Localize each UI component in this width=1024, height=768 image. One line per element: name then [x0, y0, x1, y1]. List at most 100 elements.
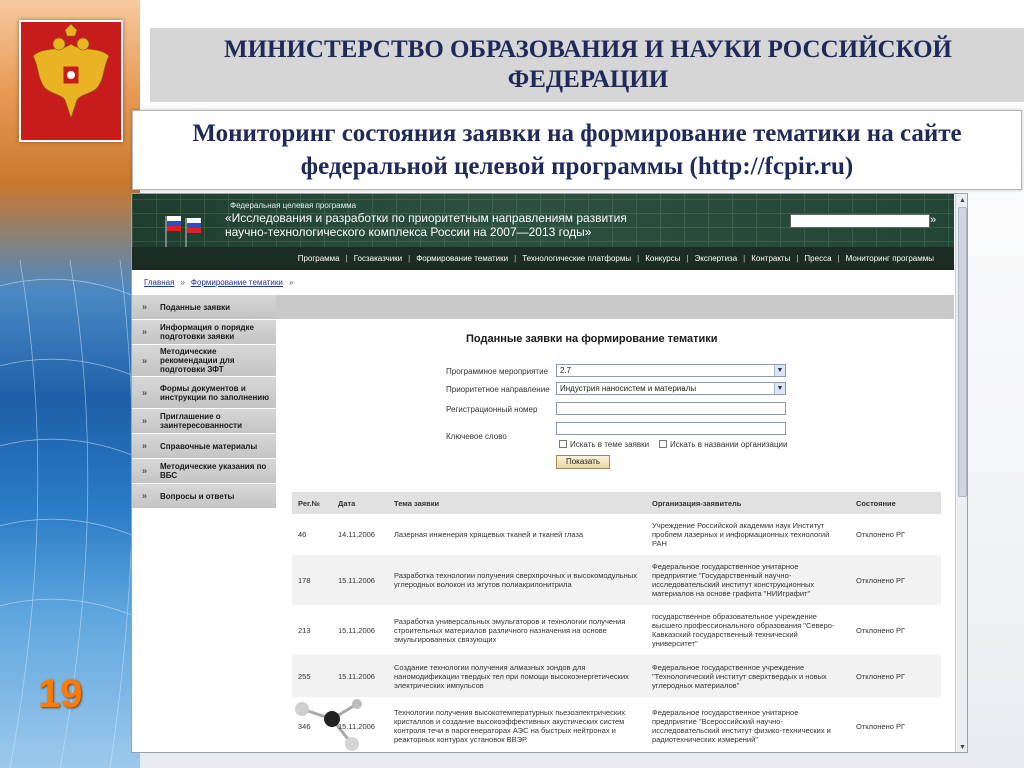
priority-label: Приоритетное направление	[446, 385, 550, 394]
chevron-right-icon: »	[142, 387, 148, 397]
cell-status: Отклонено РГ	[856, 721, 906, 731]
nav-press[interactable]: Пресса	[804, 254, 831, 263]
cell-topic[interactable]: Создание технологии получения алмазных з…	[388, 655, 646, 697]
cell-organization: Федеральное государственное унитарное пр…	[646, 555, 850, 605]
cell-reg-number: 346	[298, 721, 311, 731]
sidebar-item-invitation[interactable]: » Приглашение о заинтересованности	[132, 409, 276, 433]
nav-topics[interactable]: Формирование тематики	[416, 254, 508, 263]
chevron-right-icon: »	[142, 465, 148, 476]
cell-topic[interactable]: Разработка универсальных эмульгаторов и …	[388, 605, 646, 655]
table-row[interactable]: 46 14.11.2006 Лазерная инженерия хрящевы…	[292, 514, 941, 555]
sidebar-item-reference[interactable]: » Справочные материалы	[132, 434, 276, 458]
site-search-input[interactable]	[790, 214, 930, 228]
table-row[interactable]: 213 15.11.2006 Разработка универсальных …	[292, 605, 941, 655]
vertical-scrollbar[interactable]: ▲ ▼	[955, 194, 967, 752]
chevron-right-icon: »	[142, 490, 148, 501]
cell-organization: Федеральное государственное учреждение "…	[646, 655, 850, 697]
col-reg-number[interactable]: Рег.№	[292, 492, 332, 514]
table-row[interactable]: 346 15.11.2006 Технологии получения высо…	[292, 697, 941, 752]
cell-status: Отклонено РГ	[850, 555, 941, 605]
show-button[interactable]: Показать	[556, 455, 610, 469]
col-status[interactable]: Состояние	[850, 492, 941, 514]
cell-date: 14.11.2006	[338, 530, 375, 539]
sidebar-item-label: Поданные заявки	[160, 302, 231, 312]
cell-reg-number: 213	[298, 625, 311, 635]
table-row[interactable]: 178 15.11.2006 Разработка технологии пол…	[292, 555, 941, 605]
sidebar-item-guidelines[interactable]: » Методические рекомендации для подготовк…	[132, 345, 276, 376]
reg-number-label: Регистрационный номер	[446, 405, 538, 414]
search-org-label: Искать в названии организации	[670, 440, 788, 449]
cell-topic[interactable]: Технологии получения высокотемпературных…	[388, 697, 646, 752]
chevron-down-icon: ▼	[774, 383, 785, 394]
scroll-up-icon[interactable]: ▲	[957, 195, 967, 206]
nav-contests[interactable]: Конкурсы	[645, 254, 680, 263]
table-header-row: Рег.№ Дата Тема заявки Организация-заяви…	[292, 492, 941, 514]
keyword-input[interactable]	[556, 422, 786, 435]
table-row[interactable]: 255 15.11.2006 Создание технологии получ…	[292, 655, 941, 697]
cell-date: 15.11.2006	[332, 655, 388, 697]
cell-status: Отклонено РГ	[856, 530, 906, 539]
sidebar-item-label: Методические рекомендации для подготовки…	[160, 347, 235, 374]
sidebar-item-label: Приглашение о заинтересованности	[160, 412, 242, 430]
sidebar-item-label: Информация о порядке подготовки заявки	[160, 323, 254, 341]
chevron-right-icon: »	[142, 355, 148, 365]
cell-date: 15.11.2006	[338, 721, 375, 731]
breadcrumb: Главная » Формирование тематики »	[144, 278, 293, 287]
cell-organization: государственное образовательное учрежден…	[652, 612, 835, 648]
sidebar-item-submitted[interactable]: » Поданные заявки	[132, 295, 276, 319]
site-nav-bar: Программа | Госзаказчики | Формирование те…	[132, 247, 954, 270]
priority-value: Индустрия наносистем и материалы	[560, 384, 697, 393]
cell-organization: Федеральное государственное унитарное пр…	[652, 708, 831, 744]
chevron-right-icon: »	[142, 415, 148, 426]
scroll-down-icon[interactable]: ▼	[957, 742, 967, 752]
slide-subtitle: Мониторинг состояния заявки на формирова…	[132, 110, 1022, 190]
nav-expertise[interactable]: Экспертиза	[695, 254, 738, 263]
chevron-right-icon: »	[142, 301, 148, 312]
col-topic[interactable]: Тема заявки	[388, 492, 646, 514]
cell-reg-number: 178	[292, 555, 332, 605]
program-event-select[interactable]: 2.7 ▼	[556, 364, 786, 377]
site-banner: Федеральная целевая программа «Исследова…	[132, 194, 954, 270]
slide-page-number: 19	[38, 672, 83, 716]
sidebar-item-forms[interactable]: » Формы документов и инструкции по заполн…	[132, 377, 276, 408]
search-org-checkbox[interactable]	[659, 440, 667, 448]
chevron-right-icon: »	[142, 326, 148, 337]
col-organization[interactable]: Организация-заявитель	[646, 492, 850, 514]
nav-monitoring[interactable]: Мониторинг программы	[846, 254, 934, 263]
search-theme-checkbox[interactable]	[559, 440, 567, 448]
priority-select[interactable]: Индустрия наносистем и материалы ▼	[556, 382, 786, 395]
nav-tech-platforms[interactable]: Технологические платформы	[522, 254, 631, 263]
sidebar-item-faq[interactable]: » Вопросы и ответы	[132, 484, 276, 508]
breadcrumb-home[interactable]: Главная	[144, 278, 174, 287]
sidebar-item-label: Методические указания по ВБС	[160, 462, 267, 480]
site-search-button[interactable]: »	[930, 214, 940, 228]
sidebar-item-procedure[interactable]: » Информация о порядке подготовки заявки	[132, 320, 276, 344]
keyword-label: Ключевое слово	[446, 432, 507, 441]
breadcrumb-separator: »	[180, 278, 185, 287]
nav-contracts[interactable]: Контракты	[751, 254, 790, 263]
scrollbar-thumb[interactable]	[958, 207, 967, 497]
cell-date: 15.11.2006	[332, 555, 388, 605]
cell-organization: Учреждение Российской академии наук Инст…	[652, 521, 830, 548]
results-table: Рег.№ Дата Тема заявки Организация-заяви…	[292, 492, 941, 752]
nav-program[interactable]: Программа	[298, 254, 340, 263]
content-header-strip	[276, 295, 954, 319]
col-date[interactable]: Дата	[332, 492, 388, 514]
program-event-value: 2.7	[560, 366, 572, 375]
ministry-title: МИНИСТЕРСТВО ОБРАЗОВАНИЯ И НАУКИ РОССИЙС…	[150, 28, 1024, 102]
breadcrumb-topics[interactable]: Формирование тематики	[191, 278, 283, 287]
site-sidebar: » Поданные заявки » Информация о порядке п…	[132, 295, 276, 509]
cell-topic[interactable]: Лазерная инженерия хрящевых тканей и тка…	[388, 514, 646, 555]
cell-topic[interactable]: Разработка технологии получения сверхпро…	[388, 555, 646, 605]
form-title: Поданные заявки на формирование тематики	[466, 333, 718, 345]
nav-customers[interactable]: Госзаказчики	[354, 254, 402, 263]
flags-icon	[165, 216, 201, 252]
program-event-label: Программное мероприятие	[446, 367, 549, 376]
sidebar-item-vbs[interactable]: » Методические указания по ВБС	[132, 459, 276, 483]
breadcrumb-separator: »	[288, 278, 294, 287]
reg-number-input[interactable]	[556, 402, 786, 415]
search-theme-label: Искать в теме заявки	[570, 440, 650, 449]
cell-reg-number: 46	[298, 530, 307, 539]
website-screenshot: Федеральная целевая программа «Исследова…	[131, 193, 968, 753]
cell-reg-number: 255	[292, 655, 332, 697]
